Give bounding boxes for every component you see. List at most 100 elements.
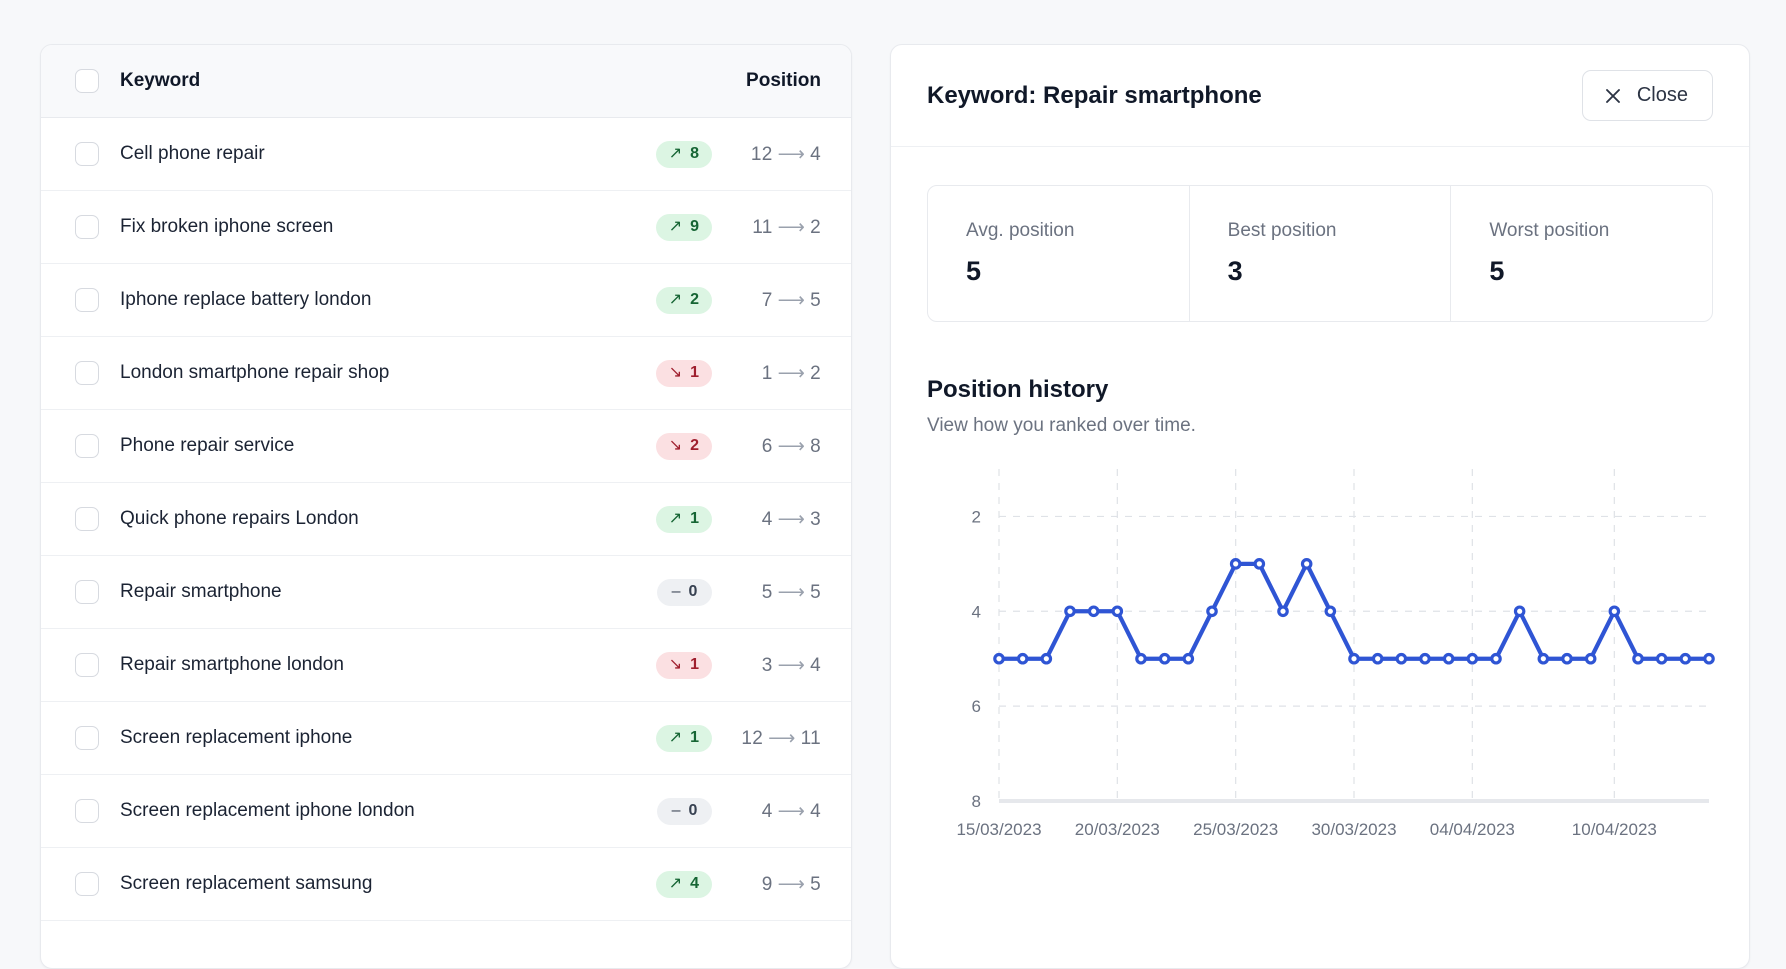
position-to: 11	[801, 728, 821, 749]
chart-data-point[interactable]	[1515, 607, 1523, 615]
chart-data-point[interactable]	[1137, 655, 1145, 663]
table-header-row: Keyword Position	[41, 45, 851, 118]
chart-data-point[interactable]	[1681, 655, 1689, 663]
arrow-right-icon: ⟶	[773, 801, 811, 822]
chart-data-point[interactable]	[1350, 655, 1358, 663]
chart-data-point[interactable]	[1302, 560, 1310, 568]
chart-data-point[interactable]	[1066, 607, 1074, 615]
keyword-label: Quick phone repairs London	[120, 508, 359, 530]
row-checkbox[interactable]	[75, 215, 99, 239]
keyword-label: Screen replacement iphone london	[120, 800, 415, 822]
chart-data-point[interactable]	[1042, 655, 1050, 663]
position-history-title: Position history	[927, 376, 1713, 404]
chart-data-point[interactable]	[1373, 655, 1381, 663]
position-cell: ↘11⟶2	[656, 360, 821, 387]
row-checkbox[interactable]	[75, 653, 99, 677]
table-row[interactable]: Repair smartphone london↘13⟶4	[41, 629, 851, 702]
table-row[interactable]: Fix broken iphone screen↗911⟶2	[41, 191, 851, 264]
chart-data-point[interactable]	[1018, 655, 1026, 663]
chart-data-point[interactable]	[1468, 655, 1476, 663]
chart-data-point[interactable]	[1184, 655, 1192, 663]
table-row[interactable]: Screen replacement iphone london –0 4⟶4	[41, 775, 851, 848]
chart-data-point[interactable]	[1397, 655, 1405, 663]
position-cell: ↗812⟶4	[656, 141, 821, 168]
table-row[interactable]: Screen replacement samsung↗49⟶5	[41, 848, 851, 921]
chart-data-point[interactable]	[1539, 655, 1547, 663]
position-change: 3⟶4	[729, 654, 821, 677]
chart-data-point[interactable]	[1255, 560, 1263, 568]
position-delta-badge: ↗2	[656, 287, 712, 314]
table-row[interactable]: Screen replacement iphone↗112⟶11	[41, 702, 851, 775]
row-checkbox[interactable]	[75, 507, 99, 531]
table-row[interactable]: Quick phone repairs London↗14⟶3	[41, 483, 851, 556]
chart-data-point[interactable]	[1113, 607, 1121, 615]
position-from: 12	[751, 144, 773, 165]
position-change: 11⟶2	[729, 216, 821, 239]
position-delta-badge: ↗1	[656, 725, 712, 752]
x-axis-tick-label: 04/04/2023	[1430, 820, 1515, 839]
keyword-label: Phone repair service	[120, 435, 294, 457]
detail-header: Keyword: Repair smartphone Close	[891, 45, 1749, 147]
keyword-label: Cell phone repair	[120, 143, 265, 165]
row-checkbox[interactable]	[75, 142, 99, 166]
table-row[interactable]: London smartphone repair shop↘11⟶2	[41, 337, 851, 410]
position-delta-value: 1	[690, 657, 699, 673]
row-checkbox[interactable]	[75, 361, 99, 385]
position-change: 7⟶5	[729, 289, 821, 312]
keyword-table-panel: Keyword Position Cell phone repair↗812⟶4…	[40, 44, 852, 969]
arrow-right-icon: ⟶	[773, 655, 811, 676]
chart-data-point[interactable]	[1705, 655, 1713, 663]
table-row[interactable]: Repair smartphone–05⟶5	[41, 556, 851, 629]
row-checkbox[interactable]	[75, 580, 99, 604]
position-to: 3	[810, 509, 821, 530]
chart-data-point[interactable]	[1492, 655, 1500, 663]
position-delta-badge: ↘1	[656, 360, 712, 387]
position-from: 12	[741, 728, 763, 749]
chart-data-point[interactable]	[1231, 560, 1239, 568]
position-from: 4	[762, 801, 773, 822]
position-to: 4	[810, 801, 821, 822]
position-delta-value: 0	[689, 803, 698, 819]
table-row[interactable]: Cell phone repair↗812⟶4	[41, 118, 851, 191]
position-to: 2	[810, 363, 821, 384]
row-checkbox[interactable]	[75, 434, 99, 458]
chart-data-point[interactable]	[1160, 655, 1168, 663]
chart-data-point[interactable]	[995, 655, 1003, 663]
stat-value: 5	[966, 256, 1189, 287]
chart-data-point[interactable]	[1326, 607, 1334, 615]
position-delta-value: 8	[690, 146, 699, 162]
chart-data-point[interactable]	[1563, 655, 1571, 663]
position-delta-value: 0	[689, 584, 698, 600]
position-delta-value: 1	[690, 365, 699, 381]
chart-data-point[interactable]	[1208, 607, 1216, 615]
arrow-down-right-icon: ↘	[669, 438, 682, 454]
chart-data-point[interactable]	[1634, 655, 1642, 663]
position-from: 1	[762, 363, 773, 384]
chart-data-point[interactable]	[1089, 607, 1097, 615]
row-checkbox[interactable]	[75, 799, 99, 823]
chart-data-point[interactable]	[1444, 655, 1452, 663]
table-row[interactable]: Iphone replace battery london ↗2 7⟶5	[41, 264, 851, 337]
position-cell: –0 4⟶4	[657, 798, 821, 825]
chart-data-point[interactable]	[1586, 655, 1594, 663]
table-row[interactable]: Phone repair service↘26⟶8	[41, 410, 851, 483]
chart-data-point[interactable]	[1279, 607, 1287, 615]
chart-data-point[interactable]	[1421, 655, 1429, 663]
position-to: 5	[810, 582, 821, 603]
stat-label: Avg. position	[966, 220, 1189, 242]
keyword-label: Iphone replace battery london	[120, 289, 371, 311]
arrow-right-icon: ⟶	[773, 363, 811, 384]
position-delta-value: 4	[690, 876, 699, 892]
position-delta-badge: –0	[657, 798, 712, 825]
row-checkbox[interactable]	[75, 872, 99, 896]
close-button[interactable]: Close	[1582, 70, 1713, 121]
arrow-up-right-icon: ↗	[669, 511, 682, 527]
chart-data-point[interactable]	[1610, 607, 1618, 615]
arrow-right-icon: ⟶	[773, 874, 811, 895]
select-all-checkbox[interactable]	[75, 69, 99, 93]
chart-data-point[interactable]	[1657, 655, 1665, 663]
row-checkbox[interactable]	[75, 288, 99, 312]
y-axis-tick-label: 2	[972, 507, 981, 526]
row-checkbox[interactable]	[75, 726, 99, 750]
position-from: 7	[762, 290, 773, 311]
